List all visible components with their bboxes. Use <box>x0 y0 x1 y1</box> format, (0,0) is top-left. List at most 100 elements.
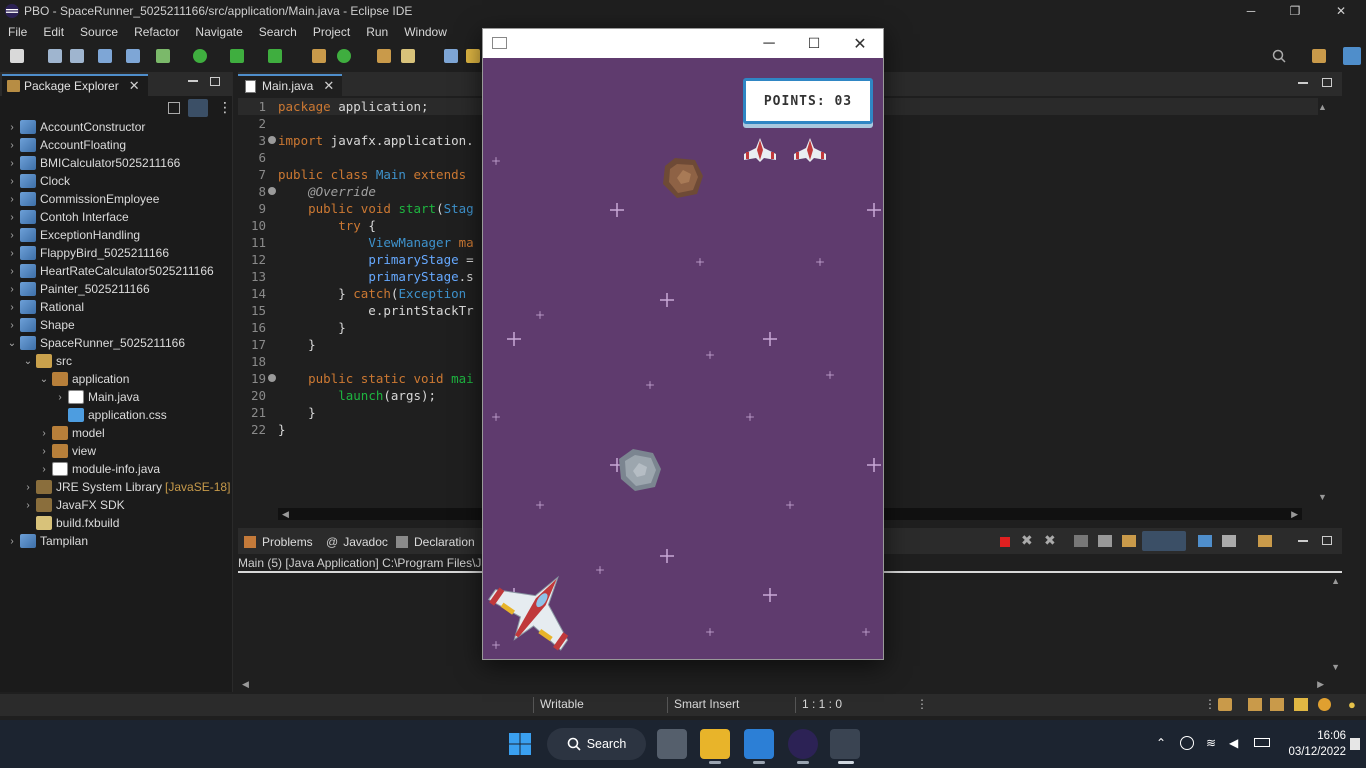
expand-arrow-icon[interactable]: › <box>22 500 34 511</box>
view-menu-icon[interactable]: ⋮ <box>218 100 232 114</box>
expand-arrow-icon[interactable]: › <box>54 392 66 403</box>
open-perspective-icon[interactable] <box>1312 49 1326 63</box>
console-scroll-down-icon[interactable]: ▼ <box>1331 662 1340 672</box>
menu-run[interactable]: Run <box>358 25 396 39</box>
tree-item[interactable]: › AccountFloating <box>0 136 233 154</box>
menu-edit[interactable]: Edit <box>35 25 72 39</box>
game-canvas[interactable]: POINTS: 03 <box>483 58 883 659</box>
clear-console-icon[interactable] <box>1074 535 1088 547</box>
tree-item[interactable]: ⌄ application <box>0 370 233 388</box>
tutorial-icon[interactable] <box>1270 698 1284 711</box>
tree-item[interactable]: ⌄ src <box>0 352 233 370</box>
menu-source[interactable]: Source <box>72 25 126 39</box>
expand-arrow-icon[interactable]: › <box>6 158 18 169</box>
highlight-icon[interactable] <box>466 49 480 63</box>
tree-item[interactable]: › Tampilan <box>0 532 233 550</box>
notification-icon[interactable] <box>1350 738 1360 750</box>
pin-console-icon[interactable] <box>1198 535 1212 547</box>
taskbar-clock[interactable]: 16:06 03/12/2022 <box>1288 728 1346 760</box>
tree-item[interactable]: build.fxbuild <box>0 514 233 532</box>
save-all-icon[interactable] <box>70 49 84 63</box>
tree-item[interactable]: › model <box>0 424 233 442</box>
remove-launch-icon[interactable]: ✖ <box>1021 532 1033 549</box>
task-view-icon[interactable] <box>657 729 687 759</box>
display-console-icon[interactable] <box>1222 535 1236 547</box>
expand-arrow-icon[interactable]: › <box>6 536 18 547</box>
search-icon[interactable] <box>1272 49 1286 63</box>
expand-arrow-icon[interactable]: › <box>38 464 50 475</box>
open-console-icon[interactable] <box>1258 535 1272 547</box>
console-scroll-up-icon[interactable]: ▲ <box>1331 576 1340 586</box>
tree-item[interactable]: › ExceptionHandling <box>0 226 233 244</box>
tree-item[interactable]: application.css <box>0 406 233 424</box>
maximize-view-icon[interactable] <box>210 77 220 86</box>
tree-item[interactable]: › CommissionEmployee <box>0 190 233 208</box>
link-with-editor-icon[interactable] <box>188 99 208 117</box>
terminate-icon[interactable] <box>1000 537 1010 547</box>
expand-arrow-icon[interactable]: › <box>6 122 18 133</box>
minimize-editor-icon[interactable] <box>1298 82 1308 84</box>
run-icon[interactable] <box>193 49 207 63</box>
remove-all-launches-icon[interactable]: ✖ <box>1044 532 1056 549</box>
new-package-icon[interactable] <box>312 49 326 63</box>
maximize-editor-icon[interactable] <box>1322 78 1332 87</box>
menu-navigate[interactable]: Navigate <box>187 25 250 39</box>
tree-item[interactable]: › AccountConstructor <box>0 118 233 136</box>
show-console-toggles-icon[interactable] <box>1142 531 1186 551</box>
tree-item[interactable]: › Shape <box>0 316 233 334</box>
tree-item[interactable]: › Clock <box>0 172 233 190</box>
expand-arrow-icon[interactable]: › <box>6 266 18 277</box>
save-icon[interactable] <box>48 49 62 63</box>
minimize-button[interactable]: ─ <box>1228 0 1274 22</box>
fold-toggle-icon[interactable] <box>268 136 276 144</box>
annotation-icon[interactable] <box>444 49 458 63</box>
status-menu-icon-2[interactable]: ⋮ <box>1204 697 1216 711</box>
run-external-icon[interactable] <box>230 49 244 63</box>
game-maximize-button[interactable]: ☐ <box>791 29 837 58</box>
expand-arrow-icon[interactable]: ⌄ <box>6 338 18 349</box>
terminal-icon[interactable] <box>98 49 112 63</box>
coverage-icon[interactable] <box>268 49 282 63</box>
new-icon[interactable] <box>10 49 24 63</box>
collapse-all-icon[interactable] <box>168 102 180 114</box>
expand-arrow-icon[interactable]: › <box>6 140 18 151</box>
word-wrap-icon[interactable] <box>1122 535 1136 547</box>
tree-item[interactable]: › Contoh Interface <box>0 208 233 226</box>
expand-arrow-icon[interactable]: › <box>22 482 34 493</box>
eclipse-taskbar-icon[interactable] <box>788 729 818 759</box>
expand-arrow-icon[interactable]: › <box>6 248 18 259</box>
menu-file[interactable]: File <box>0 25 35 39</box>
expand-arrow-icon[interactable]: › <box>38 446 50 457</box>
tab-javadoc[interactable]: @ Javadoc <box>326 532 388 552</box>
update-icon[interactable] <box>1180 736 1194 750</box>
tab-problems[interactable]: Problems <box>244 532 313 552</box>
expand-arrow-icon[interactable]: ⌄ <box>22 356 34 367</box>
expand-arrow-icon[interactable]: › <box>6 320 18 331</box>
tree-item[interactable]: › module-info.java <box>0 460 233 478</box>
java-perspective-icon[interactable] <box>1343 47 1361 65</box>
close-button[interactable]: ✕ <box>1318 0 1364 22</box>
tab-declaration[interactable]: Declaration <box>396 532 475 552</box>
tree-item[interactable]: › JRE System Library [JavaSE-18] <box>0 478 233 496</box>
tree-item[interactable]: › Main.java <box>0 388 233 406</box>
minimize-panel-icon[interactable] <box>1298 540 1308 542</box>
restore-button[interactable]: ❐ <box>1272 0 1318 22</box>
book-icon[interactable] <box>1248 698 1262 711</box>
windows-start-icon[interactable] <box>508 732 532 756</box>
marketplace-icon[interactable] <box>1318 698 1331 711</box>
open-type-icon[interactable] <box>377 49 391 63</box>
fold-toggle-icon[interactable] <box>268 187 276 195</box>
battery-icon[interactable] <box>1254 738 1270 747</box>
tab-package-explorer[interactable]: Package Explorer ✕ <box>2 74 148 96</box>
tree-item[interactable]: › JavaFX SDK <box>0 496 233 514</box>
search-tool-icon[interactable] <box>401 49 415 63</box>
expand-arrow-icon[interactable]: › <box>6 176 18 187</box>
skip-breakpoints-icon[interactable] <box>126 49 140 63</box>
expand-arrow-icon[interactable]: › <box>6 212 18 223</box>
game-close-button[interactable]: ✕ <box>837 29 883 58</box>
vertical-scrollbar[interactable]: ▲ ▼ <box>1318 102 1328 502</box>
scroll-lock-icon[interactable] <box>1098 535 1112 547</box>
tree-item[interactable]: › FlappyBird_5025211166 <box>0 244 233 262</box>
menu-window[interactable]: Window <box>396 25 455 39</box>
status-menu-icon[interactable]: ⋮ <box>916 697 928 711</box>
